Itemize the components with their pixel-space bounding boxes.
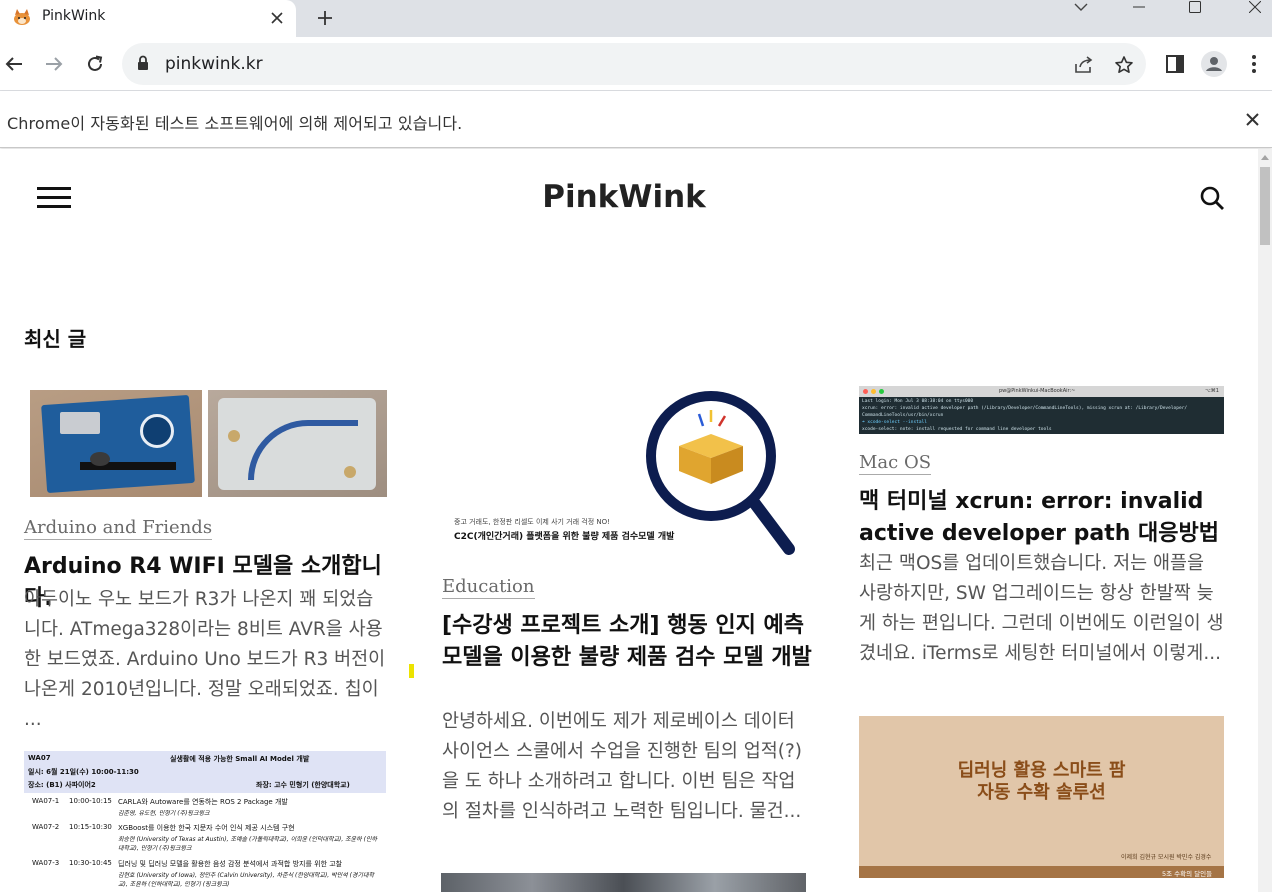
- schedule-row-authors: 김준영, 유도현, 민형기 (주)핑크윙크: [118, 810, 210, 817]
- url-text[interactable]: pinkwink.kr: [165, 54, 263, 74]
- reload-icon[interactable]: [81, 50, 109, 78]
- automation-infobar: Chrome이 자동화된 테스트 소프트웨어에 의해 제어되고 있습니다.: [0, 91, 1272, 148]
- schedule-code: WA07: [28, 754, 51, 762]
- schedule-row-code: WA07-2: [32, 823, 60, 831]
- c2c-small-caption: 중고 거래도, 한정판 리셀도 이제 사기 거래 걱정 NO!: [454, 518, 610, 526]
- terminal-line: ➜ xcode-select --install: [862, 420, 928, 425]
- menu-kebab-icon[interactable]: [1241, 51, 1267, 77]
- tab-search-icon[interactable]: [1066, 0, 1096, 14]
- lock-icon[interactable]: [137, 55, 149, 71]
- schedule-row-authors: 김현호 (University of Iowa), 정민주 (Calvin Un…: [118, 872, 374, 888]
- post-category[interactable]: Arduino and Friends: [24, 517, 213, 540]
- arduino-board-image: [30, 390, 202, 497]
- post-excerpt: 안녕하세요. 이번에도 제가 제로베이스 데이터 사이언스 스쿨에서 수업을 진…: [442, 711, 803, 822]
- schedule-row-title: XGBoost를 이용한 한국 지문자 수어 인식 제공 시스템 구현: [118, 824, 295, 832]
- tab-pinkwink[interactable]: PinkWink: [0, 0, 296, 37]
- highlight-mark: [409, 664, 414, 678]
- post-excerpt: 아두이노 우노 보드가 R3가 나온지 꽤 되었습니다. ATmega328이라…: [24, 589, 386, 730]
- new-tab-button[interactable]: [310, 3, 340, 33]
- scroll-thumb[interactable]: [1260, 167, 1270, 245]
- section-heading-latest: 최신 글: [24, 327, 87, 351]
- back-arrow-icon[interactable]: [0, 50, 28, 78]
- schedule-date: 일시: 6월 21일(수) 10:00-11:30: [28, 768, 139, 776]
- profile-avatar-icon[interactable]: [1201, 51, 1227, 77]
- post-thumbnail-arduino[interactable]: [24, 386, 390, 499]
- forward-arrow-icon[interactable]: [40, 50, 68, 78]
- schedule-row-time: 10:30-10:45: [69, 859, 112, 867]
- schedule-header: WA07 실생활에 적용 가능한 Small AI Model 개발 일시: 6…: [24, 751, 386, 793]
- tab-close-icon[interactable]: [264, 6, 290, 30]
- share-icon[interactable]: [1072, 53, 1096, 77]
- bookmark-star-icon[interactable]: [1112, 53, 1136, 77]
- post-title[interactable]: 맥 터미널 xcrun: error: invalid active devel…: [859, 486, 1225, 550]
- search-icon[interactable]: [1199, 185, 1225, 211]
- maximize-icon[interactable]: [1180, 0, 1210, 14]
- terminal-line: xcrun: error: invalid active developer p…: [862, 406, 1188, 411]
- automation-notice-text: Chrome이 자동화된 테스트 소프트웨어에 의해 제어되고 있습니다.: [7, 114, 463, 133]
- schedule-row-title: 딥러닝 및 딥러닝 모델을 활용한 음성 감정 분석에서 과적합 방지를 위한 …: [118, 860, 343, 868]
- post-thumbnail-schedule[interactable]: WA07 실생활에 적용 가능한 Small AI Model 개발 일시: 6…: [24, 751, 386, 892]
- terminal-shortcut: ⌥⌘1: [1205, 388, 1219, 394]
- site-title[interactable]: PinkWink: [0, 179, 1248, 215]
- post-category[interactable]: Education: [442, 576, 535, 599]
- side-panel-icon[interactable]: [1162, 51, 1188, 77]
- browser-toolbar: pinkwink.kr: [0, 37, 1272, 91]
- page-viewport: PinkWink 최신 글 Arduino and Friends Arduin…: [0, 149, 1272, 892]
- schedule-row-title: CARLA와 Autoware를 연동하는 ROS 2 Package 개발: [118, 798, 288, 806]
- terminal-line: Last login: Mon Jul 3 08:38:04 on ttys00…: [862, 399, 974, 404]
- post-thumbnail-c2c[interactable]: 중고 거래도, 한정판 리셀도 이제 사기 거래 걱정 NO! C2C(개인간거…: [441, 386, 807, 561]
- schedule-row-time: 10:15-10:30: [69, 823, 112, 831]
- scroll-up-arrow-icon[interactable]: [1261, 155, 1269, 160]
- address-bar[interactable]: pinkwink.kr: [122, 43, 1146, 85]
- post-thumbnail-smartfarm[interactable]: 딥러닝 활용 스마트 팜 자동 수확 솔루션 이제희 김현규 모시원 박민수 김…: [859, 716, 1224, 878]
- post-category[interactable]: Mac OS: [859, 452, 932, 475]
- terminal-titlebar: pw@PinkWinkui-MacBookAir:~ ⌥⌘1: [859, 386, 1224, 397]
- banner-credit: 이제희 김현규 모시원 박민수 김경수: [1121, 854, 1212, 861]
- schedule-chair: 좌장: 고수 민형기 (한양대학교): [256, 781, 350, 789]
- post-thumbnail-photo[interactable]: [441, 873, 806, 892]
- schedule-row-authors: 최승현 (University of Texas at Austin), 조예솔…: [118, 836, 377, 852]
- window-close-icon[interactable]: [1240, 0, 1270, 14]
- banner-footer: 5조 수확의 달인들: [1162, 870, 1213, 878]
- schedule-title: 실생활에 적용 가능한 Small AI Model 개발: [170, 755, 310, 763]
- fox-favicon-icon: [14, 9, 30, 25]
- schedule-row-code: WA07-1: [32, 797, 60, 805]
- terminal-line: CommandLineTools/usr/bin/xcrun: [862, 413, 944, 418]
- tab-title: PinkWink: [42, 8, 106, 24]
- schedule-row-code: WA07-3: [32, 859, 60, 867]
- post-excerpt: 최근 맥OS를 업데이트했습니다. 저는 애플을 사랑하지만, SW 업그레이드…: [859, 553, 1224, 664]
- arduino-board-back-image: [208, 390, 387, 497]
- terminal-title: pw@PinkWinkui-MacBookAir:~: [999, 388, 1076, 394]
- minimize-icon[interactable]: [1124, 0, 1154, 14]
- banner-line-2: 자동 수확 솔루션: [977, 782, 1106, 803]
- tab-strip: PinkWink: [0, 0, 1272, 37]
- c2c-caption: C2C(개인간거래) 플랫폼을 위한 불량 제품 검수모델 개발: [454, 532, 675, 542]
- schedule-row-time: 10:00-10:15: [69, 797, 112, 805]
- post-thumbnail-terminal[interactable]: pw@PinkWinkui-MacBookAir:~ ⌥⌘1 Last logi…: [859, 386, 1224, 434]
- schedule-place: 장소: (B1) 사파이어2: [28, 781, 96, 789]
- banner-footer-bar: 5조 수확의 달인들: [859, 866, 1224, 878]
- post-title[interactable]: [수강생 프로젝트 소개] 행동 인지 예측 모델을 이용한 불량 제품 검수 …: [442, 610, 812, 674]
- page-scrollbar[interactable]: [1258, 149, 1272, 892]
- terminal-line: xcode-select: note: install requested fo…: [862, 427, 1052, 432]
- infobar-close-icon[interactable]: [1240, 107, 1264, 131]
